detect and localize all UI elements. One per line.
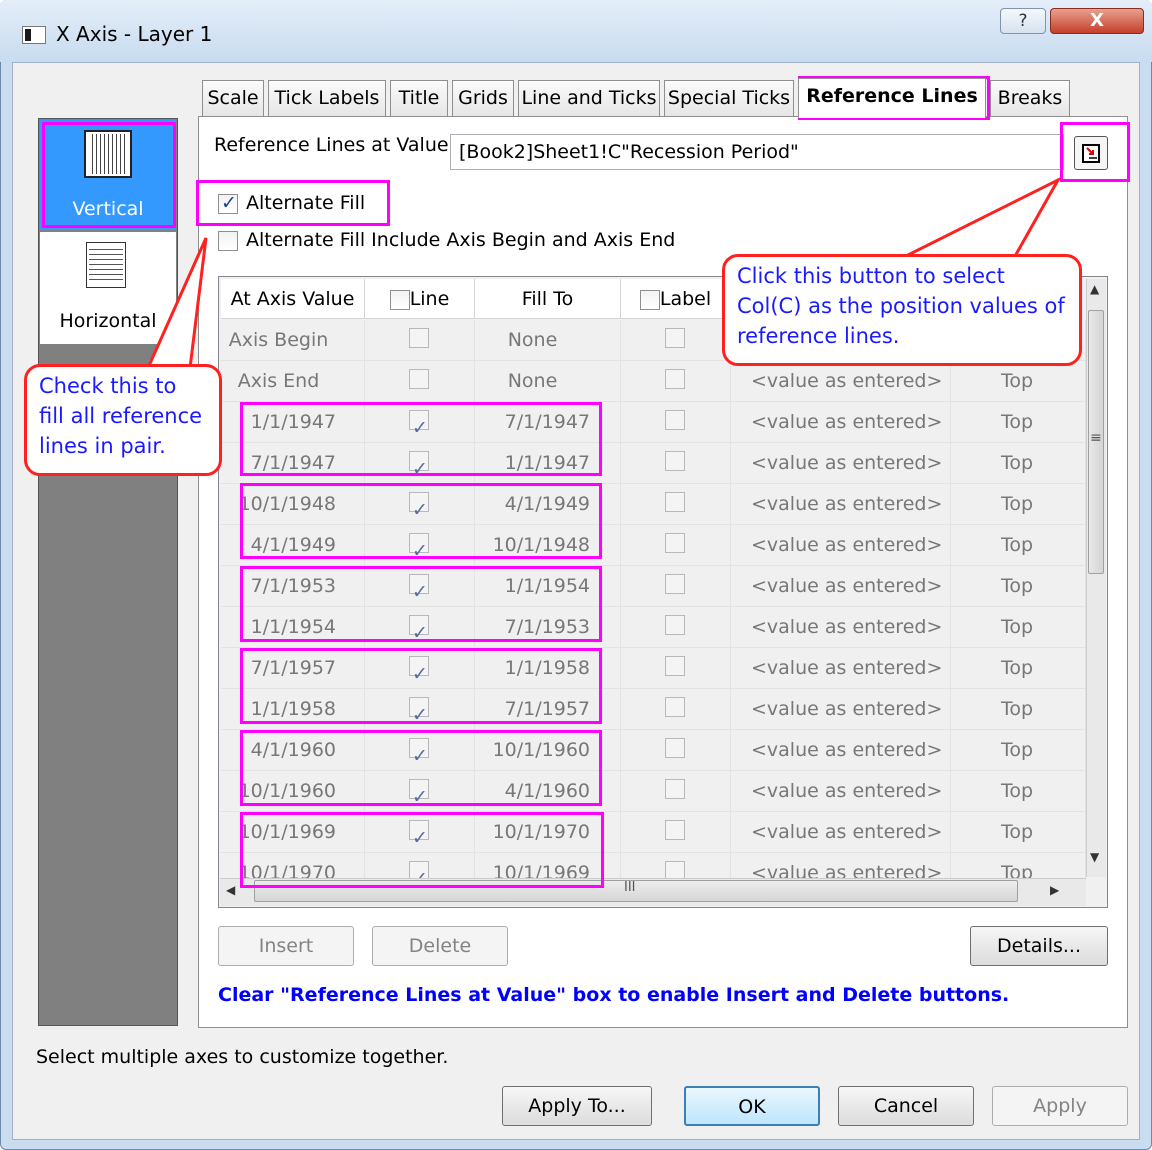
callout-select-column: Click this button to select Col(C) as th…	[722, 254, 1082, 366]
callout-pointers	[145, 176, 1062, 370]
tab-reference-lines[interactable]: Reference Lines	[798, 78, 986, 118]
callout-alternate-fill: Check this to fill all reference lines i…	[24, 364, 222, 476]
